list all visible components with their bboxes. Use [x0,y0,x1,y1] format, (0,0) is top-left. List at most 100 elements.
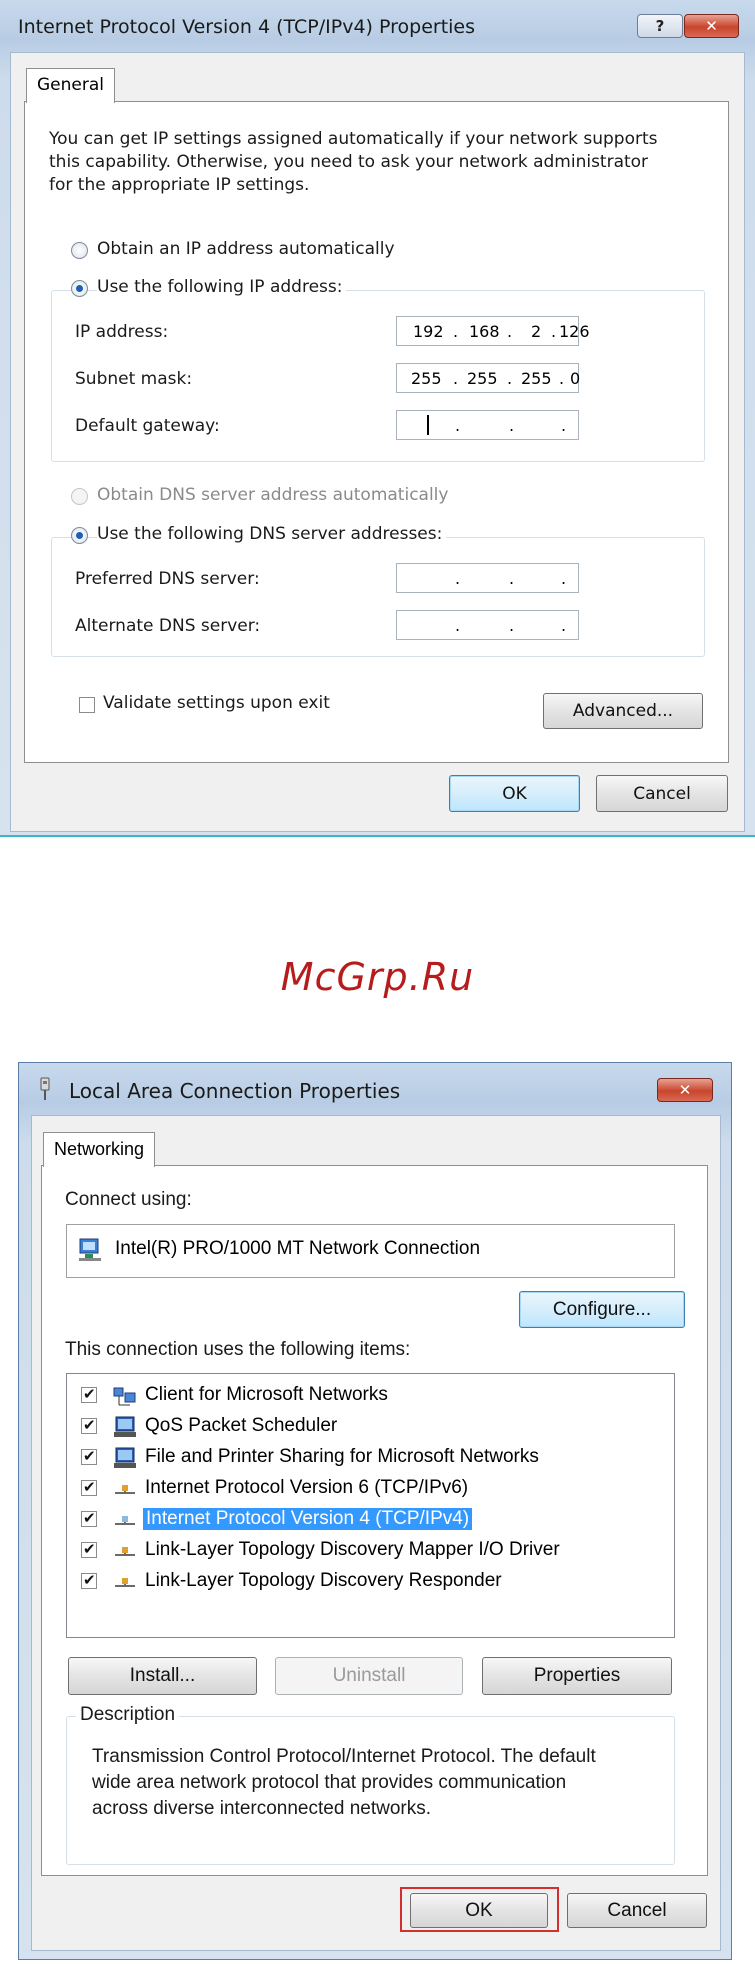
computer-service-icon [113,1416,137,1438]
default-gateway-field[interactable]: . . . [396,410,579,440]
ipv4-window-title: Internet Protocol Version 4 (TCP/IPv4) P… [18,16,476,38]
item-checkbox[interactable] [81,1447,97,1465]
computer-service-icon [113,1447,137,1469]
ip-address-field[interactable]: 192 . 168 . 2 . 126 [396,316,590,346]
subnet-dot-2: . [507,369,513,388]
radio-dns-auto-label: Obtain DNS server address automatically [97,485,449,505]
connect-using-label: Connect using: [65,1189,192,1210]
items-listbox[interactable]: Client for Microsoft Networks QoS Packet… [66,1373,675,1638]
uninstall-button[interactable]: Uninstall [275,1657,463,1695]
radio-ip-manual-label: Use the following IP address: [97,277,347,297]
text-caret [427,415,429,435]
adapter-field: Intel(R) PRO/1000 MT Network Connection [66,1224,675,1278]
pdns-dot-2: . [509,569,515,588]
radio-ip-auto[interactable] [71,242,88,259]
gateway-dot-3: . [561,416,567,435]
radio-dns-manual-label: Use the following DNS server addresses: [97,524,447,544]
lan-client-area: Networking Connect using: Intel(R) PRO/1… [31,1115,721,1951]
radio-dns-manual[interactable] [71,527,88,544]
item-label: Client for Microsoft Networks [145,1384,388,1405]
advanced-button[interactable]: Advanced... [543,693,703,729]
install-button[interactable]: Install... [68,1657,257,1695]
pdns-dot-1: . [455,569,461,588]
cancel-button[interactable]: Cancel [596,775,728,812]
close-icon: ✕ [705,17,718,35]
lan-window-title: Local Area Connection Properties [69,1079,401,1103]
list-item[interactable]: File and Printer Sharing for Microsoft N… [67,1442,674,1472]
list-item[interactable]: Link-Layer Topology Discovery Responder [67,1566,674,1596]
ip-octet-4: 126 [559,322,590,341]
list-item[interactable]: Internet Protocol Version 6 (TCP/IPv6) [67,1473,674,1503]
list-item[interactable]: QoS Packet Scheduler [67,1411,674,1441]
intro-text-line-1: You can get IP settings assigned automat… [49,129,658,149]
adns-dot-3: . [561,616,567,635]
tab-networking-label: Networking [54,1139,145,1159]
properties-button[interactable]: Properties [482,1657,672,1695]
item-label: QoS Packet Scheduler [145,1415,338,1436]
close-icon: ✕ [678,1081,692,1099]
watermark-text: McGrp.Ru [280,955,475,999]
intro-text-line-2: this capability. Otherwise, you need to … [49,152,649,172]
ipv4-properties-window: Internet Protocol Version 4 (TCP/IPv4) P… [0,0,755,835]
subnet-octet-3: 255 [521,369,552,388]
lan-titlebar[interactable]: Local Area Connection Properties ✕ [19,1063,731,1115]
close-button[interactable]: ✕ [657,1078,713,1102]
network-adapter-icon [39,1077,51,1101]
ok-button[interactable]: OK [449,775,580,812]
tab-general[interactable]: General [26,68,115,103]
subnet-dot-1: . [453,369,459,388]
ip-dot-3: . [551,322,557,341]
help-button[interactable]: ? [637,14,683,38]
item-label: Link-Layer Topology Discovery Responder [145,1570,502,1591]
tab-networking[interactable]: Networking [43,1132,156,1167]
list-item[interactable]: Client for Microsoft Networks [67,1380,674,1410]
item-label: File and Printer Sharing for Microsoft N… [145,1446,539,1467]
item-checkbox[interactable] [81,1509,97,1527]
validate-label: Validate settings upon exit [103,693,330,713]
description-title: Description [76,1704,180,1726]
dns-group-box [51,537,705,657]
ip-dot-1: . [453,322,459,341]
description-line-1: Transmission Control Protocol/Internet P… [92,1746,596,1767]
radio-dns-auto[interactable] [71,488,88,505]
ip-dot-2: . [507,322,513,341]
item-checkbox[interactable] [81,1478,97,1496]
protocol-icon [113,1509,137,1531]
ip-address-label: IP address: [75,322,169,342]
gateway-dot-1: . [455,416,461,435]
list-item[interactable]: Internet Protocol Version 4 (TCP/IPv4) [67,1504,674,1534]
subnet-mask-label: Subnet mask: [75,369,193,389]
adns-dot-1: . [455,616,461,635]
preferred-dns-field[interactable]: . . . [396,563,579,593]
items-label: This connection uses the following items… [65,1339,411,1360]
protocol-icon [113,1478,137,1500]
configure-button[interactable]: Configure... [519,1291,685,1328]
preferred-dns-label: Preferred DNS server: [75,569,260,589]
subnet-octet-1: 255 [411,369,442,388]
protocol-icon [113,1571,137,1593]
item-checkbox[interactable] [81,1385,97,1403]
list-item[interactable]: Link-Layer Topology Discovery Mapper I/O… [67,1535,674,1565]
alternate-dns-field[interactable]: . . . [396,610,579,640]
gateway-dot-2: . [509,416,515,435]
item-label: Internet Protocol Version 4 (TCP/IPv4) [143,1508,473,1530]
adns-dot-2: . [509,616,515,635]
cancel-button[interactable]: Cancel [567,1893,707,1928]
item-checkbox[interactable] [81,1571,97,1589]
alternate-dns-label: Alternate DNS server: [75,616,261,636]
help-icon: ? [655,17,665,35]
subnet-dot-3: . [559,369,565,388]
radio-ip-manual[interactable] [71,280,88,297]
network-card-icon [77,1237,105,1263]
ip-octet-3: 2 [531,322,542,341]
ip-octet-1: 192 [413,322,444,341]
item-checkbox[interactable] [81,1416,97,1434]
lan-properties-window: Local Area Connection Properties ✕ Netwo… [18,1062,732,1960]
validate-checkbox[interactable] [79,697,95,713]
ipv4-titlebar[interactable]: Internet Protocol Version 4 (TCP/IPv4) P… [0,0,755,52]
item-checkbox[interactable] [81,1540,97,1558]
subnet-octet-4: 0 [570,369,581,388]
ok-button[interactable]: OK [410,1893,548,1928]
close-button[interactable]: ✕ [684,14,739,38]
subnet-mask-field[interactable]: 255 . 255 . 255 . 0 [396,363,581,393]
